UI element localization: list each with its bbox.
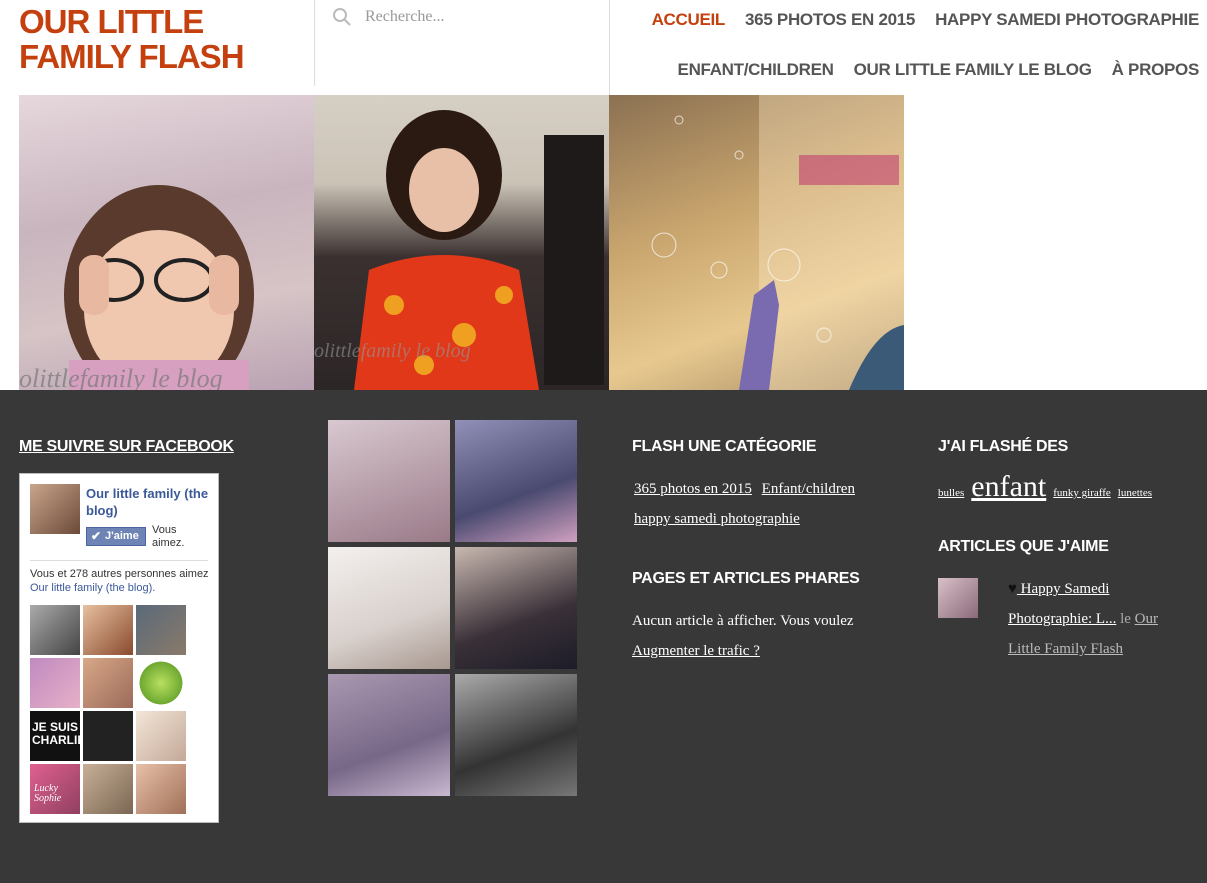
top-posts-widget-title: PAGES ET ARTICLES PHARES <box>632 570 860 587</box>
site-footer: ME SUIVRE SUR FACEBOOK Our little family… <box>0 390 1207 883</box>
facebook-like-button[interactable]: ✔ J'aime <box>86 527 146 546</box>
category-link-365[interactable]: 365 photos en 2015 <box>634 481 752 497</box>
facebook-count-link[interactable]: Our little family (the blog). <box>30 582 155 594</box>
footer-tags-column: J'AI FLASHÉ DES bulles enfant funky gira… <box>938 438 1198 664</box>
bubbles-illustration <box>651 95 904 390</box>
tags-widget-title: J'AI FLASHÉ DES <box>938 438 1068 455</box>
fan-avatar[interactable]: JE SUIS CHARLIE <box>30 711 80 761</box>
heart-icon: ♥ <box>1008 581 1017 597</box>
increase-traffic-link[interactable]: Augmenter le trafic ? <box>632 643 760 659</box>
fan-avatar[interactable] <box>83 764 133 814</box>
svg-text:olittlefamily le blog: olittlefamily le blog <box>314 340 471 362</box>
main-nav-row-2: ENFANT/CHILDREN OUR LITTLE FAMILY LE BLO… <box>678 60 1200 80</box>
fan-avatar[interactable] <box>83 605 133 655</box>
girl-glasses-illustration: olittlefamily le blog <box>19 185 254 390</box>
tag-enfant[interactable]: enfant <box>971 470 1046 503</box>
gallery-photo[interactable] <box>455 420 577 542</box>
gallery-photo[interactable] <box>455 674 577 796</box>
fan-avatar[interactable] <box>83 711 133 761</box>
fan-avatar[interactable] <box>136 658 186 708</box>
fan-avatar[interactable]: Lucky Sophie <box>30 764 80 814</box>
category-list: 365 photos en 2015 Enfant/children happy… <box>632 474 912 534</box>
liked-post-link[interactable]: Happy Samedi Photographie: L... <box>1008 581 1116 627</box>
category-link-happy-samedi[interactable]: happy samedi photographie <box>634 511 800 527</box>
top-posts-text: Aucun article à afficher. Vous voulez <box>632 613 854 629</box>
facebook-like-label: J'aime <box>105 530 139 542</box>
gallery-photo[interactable] <box>328 674 450 796</box>
logo-line-1[interactable]: OUR LITTLE <box>19 4 279 39</box>
site-logo[interactable]: OUR LITTLE FAMILY FLASH <box>19 4 279 74</box>
gallery-photo[interactable] <box>455 547 577 669</box>
hero-photo-bubbles[interactable] <box>609 95 904 390</box>
footer-photo-gallery <box>328 420 578 796</box>
facebook-count-text: Vous et 278 autres personnes aimez <box>30 568 209 580</box>
top-posts-message: Aucun article à afficher. Vous voulez Au… <box>632 606 912 666</box>
facebook-page-avatar[interactable] <box>30 484 80 534</box>
nav-accueil[interactable]: ACCUEIL <box>652 10 726 30</box>
gallery-photo[interactable] <box>328 420 450 542</box>
facebook-widget-title[interactable]: ME SUIVRE SUR FACEBOOK <box>19 438 234 456</box>
facebook-like-count: Vous et 278 autres personnes aimez Our l… <box>30 567 215 595</box>
gallery-photo[interactable] <box>328 547 450 669</box>
header-divider <box>609 0 610 95</box>
lucky-sophie-text: Lucky Sophie <box>34 783 62 804</box>
nav-le-blog[interactable]: OUR LITTLE FAMILY LE BLOG <box>854 60 1092 80</box>
categories-widget-title: FLASH UNE CATÉGORIE <box>632 438 817 455</box>
nav-happy-samedi[interactable]: HAPPY SAMEDI PHOTOGRAPHIE <box>935 10 1199 30</box>
nav-a-propos[interactable]: À PROPOS <box>1112 60 1200 80</box>
tag-lunettes[interactable]: lunettes <box>1118 487 1152 499</box>
tag-cloud: bulles enfant funky giraffe lunettes <box>938 470 1198 510</box>
liked-post-text: ♥ Happy Samedi Photographie: L... le Our… <box>1008 574 1188 664</box>
nav-enfant-children[interactable]: ENFANT/CHILDREN <box>678 60 834 80</box>
search-box <box>314 0 609 86</box>
hero-photo-strip: olittlefamily le blog olittlefamily le b… <box>19 95 904 390</box>
checkmark-icon: ✔ <box>91 529 102 543</box>
facebook-fan-faces: JE SUIS CHARLIE Lucky Sophie <box>30 605 190 814</box>
facebook-divider <box>30 560 208 561</box>
site-header: OUR LITTLE FAMILY FLASH ACCUEIL 365 PHOT… <box>0 0 1207 95</box>
logo-line-2[interactable]: FAMILY FLASH <box>19 39 279 74</box>
tag-funky-giraffe[interactable]: funky giraffe <box>1053 487 1111 499</box>
liked-post-item: ♥ Happy Samedi Photographie: L... le Our… <box>938 574 1198 664</box>
category-link-enfant[interactable]: Enfant/children <box>762 481 855 497</box>
footer-categories-column: FLASH UNE CATÉGORIE 365 photos en 2015 E… <box>632 438 912 666</box>
search-input[interactable] <box>365 4 595 30</box>
tag-bulles[interactable]: bulles <box>938 487 964 499</box>
fan-avatar[interactable] <box>136 605 186 655</box>
fan-avatar[interactable] <box>136 711 186 761</box>
nav-365-photos[interactable]: 365 PHOTOS EN 2015 <box>745 10 915 30</box>
fan-avatar[interactable] <box>30 658 80 708</box>
facebook-vous-aimez: Vous aimez. <box>152 524 185 549</box>
je-suis-charlie-text: JE SUIS CHARLIE <box>32 720 80 747</box>
liked-post-thumbnail[interactable] <box>938 578 978 618</box>
fan-avatar[interactable] <box>83 658 133 708</box>
main-nav-row-1: ACCUEIL 365 PHOTOS EN 2015 HAPPY SAMEDI … <box>652 10 1200 30</box>
girl-red-illustration: olittlefamily le blog <box>314 110 604 390</box>
svg-text:olittlefamily le blog: olittlefamily le blog <box>19 364 223 390</box>
liked-posts-widget-title: ARTICLES QUE J'AIME <box>938 538 1109 555</box>
hero-photo-girl-red[interactable]: olittlefamily le blog <box>314 95 609 390</box>
facebook-like-box: Our little family (the blog) ✔ J'aime Vo… <box>19 473 219 823</box>
facebook-page-name[interactable]: Our little family (the blog) <box>86 485 211 519</box>
liked-post-le: le <box>1120 611 1131 627</box>
search-icon[interactable] <box>332 7 352 27</box>
fan-avatar[interactable] <box>30 605 80 655</box>
hero-photo-girl-glasses[interactable]: olittlefamily le blog <box>19 95 314 390</box>
fan-avatar[interactable] <box>136 764 186 814</box>
